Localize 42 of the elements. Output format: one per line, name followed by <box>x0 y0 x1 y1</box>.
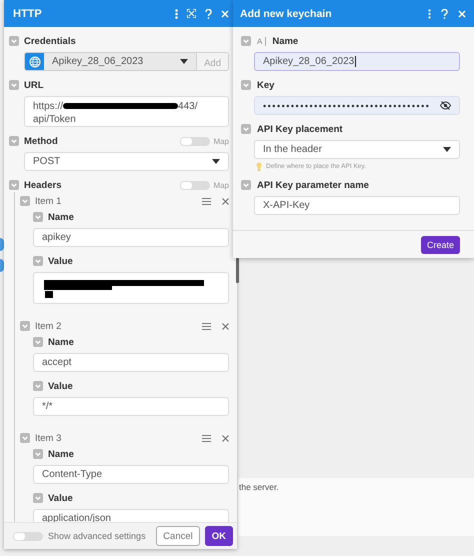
url-field[interactable]: https:// 443/ api/Token <box>24 96 229 127</box>
panel-title: HTTP <box>13 8 42 20</box>
field-label: Method <box>24 136 58 146</box>
create-button[interactable]: Create <box>420 236 460 254</box>
output-text: the server. <box>238 481 280 492</box>
field-label: Name <box>48 212 74 222</box>
text-field[interactable]: X-API-Key <box>254 196 460 215</box>
field-label: Name <box>272 36 298 46</box>
value-field[interactable]: */* <box>33 397 229 416</box>
value-field[interactable]: apikey <box>33 228 229 247</box>
url-text: api/Token <box>33 114 76 125</box>
item-label: Item 1 <box>35 196 62 206</box>
placement-select[interactable]: In the header <box>254 140 460 159</box>
field-label: Value <box>48 380 73 392</box>
field-label: API Key placement <box>257 124 343 134</box>
text-field[interactable]: Apikey_28_06_2023 <box>254 52 460 71</box>
url-text: https:// <box>33 101 64 112</box>
value-field[interactable]: application/json <box>33 509 229 523</box>
item-label: Item 2 <box>35 320 62 332</box>
type-mark: A <box>257 36 262 46</box>
credential-select[interactable]: Apikey_28_06_2023 <box>44 53 198 70</box>
dialog-title: Add new keychain <box>240 8 332 20</box>
field-label: Name <box>48 336 74 348</box>
cancel-button[interactable]: Cancel <box>156 526 200 546</box>
field-label: Headers <box>24 180 62 190</box>
field-label: Value <box>48 256 73 266</box>
toggle-label: Map <box>213 180 229 190</box>
url-text: 443/ <box>178 101 198 112</box>
item-label: Item 3 <box>35 432 62 444</box>
field-label: Value <box>48 492 73 504</box>
field-label: URL <box>24 80 44 90</box>
field-label: Name <box>48 448 74 460</box>
field-label: Credentials <box>24 36 76 46</box>
value-field[interactable]: accept <box>33 353 229 372</box>
ok-button[interactable]: OK <box>204 526 233 546</box>
password-field[interactable]: •••••••••••••••••••••••••••••••••••• <box>254 96 460 115</box>
toggle-label: Map <box>213 136 229 146</box>
value-field[interactable]: Content-Type <box>33 465 229 484</box>
field-label: Key <box>257 80 274 90</box>
field-label: API Key parameter name <box>257 180 369 190</box>
method-select[interactable]: POST <box>24 152 229 171</box>
advanced-settings-label: Show advanced settings <box>48 531 146 541</box>
